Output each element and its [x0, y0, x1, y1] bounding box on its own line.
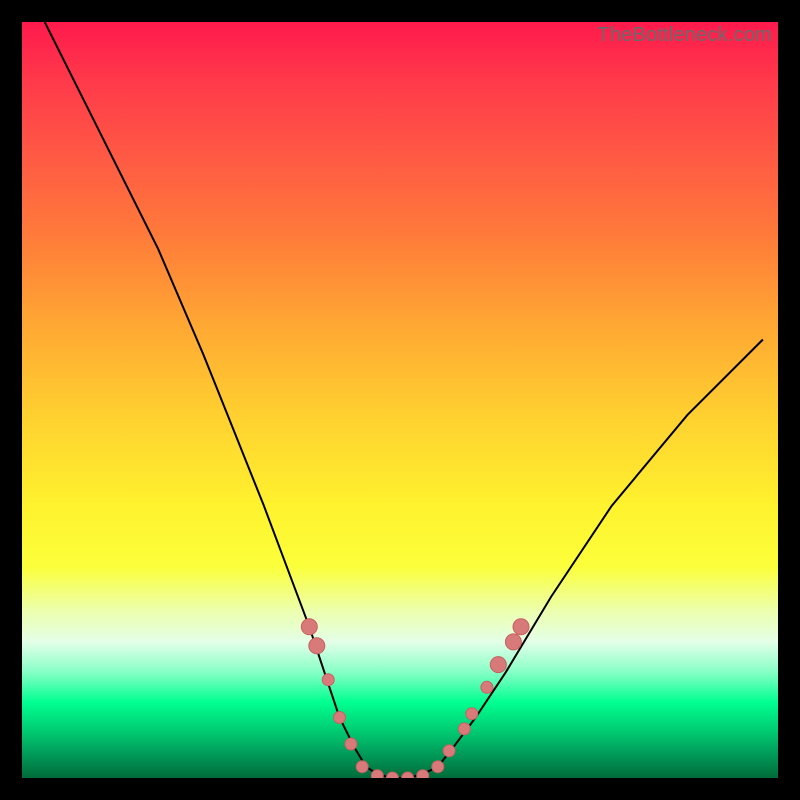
curve-marker: [309, 638, 325, 654]
watermark-text: TheBottleneck.com: [597, 24, 772, 47]
curve-marker: [371, 770, 383, 778]
chart-frame: TheBottleneck.com: [0, 0, 800, 800]
curve-marker: [481, 681, 493, 693]
curve-marker: [443, 745, 455, 757]
curve-marker: [505, 634, 521, 650]
curve-marker: [432, 761, 444, 773]
curve-marker: [345, 738, 357, 750]
bottleneck-curve-line: [45, 22, 763, 778]
curve-marker: [402, 772, 414, 778]
curve-marker: [490, 657, 506, 673]
curve-marker: [417, 770, 429, 778]
curve-marker: [458, 723, 470, 735]
chart-plot-area: TheBottleneck.com: [22, 22, 778, 778]
curve-markers: [301, 619, 529, 778]
curve-marker: [334, 712, 346, 724]
chart-svg: [22, 22, 778, 778]
curve-marker: [356, 761, 368, 773]
curve-marker: [386, 772, 398, 778]
curve-marker: [466, 708, 478, 720]
curve-marker: [513, 619, 529, 635]
curve-marker: [322, 674, 334, 686]
curve-marker: [301, 619, 317, 635]
